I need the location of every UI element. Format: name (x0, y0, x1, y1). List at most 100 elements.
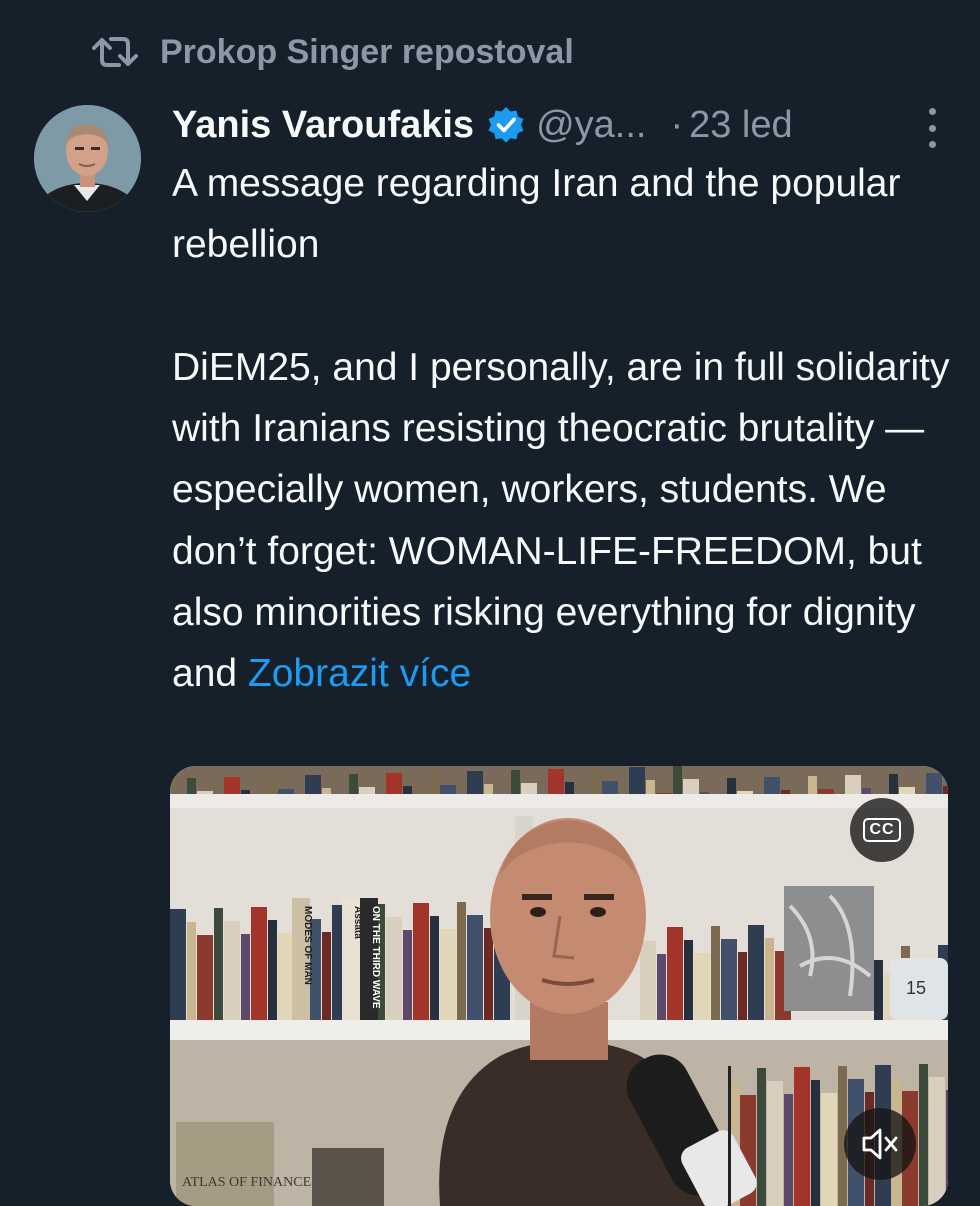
book-spine (700, 792, 709, 794)
book-spine (694, 953, 710, 1020)
book-spine (646, 780, 655, 794)
book-spine (268, 776, 277, 794)
book-spine (818, 789, 834, 794)
cc-label: CC (863, 818, 901, 842)
tweet-paragraph-2: DiEM25, and I personally, are in full so… (172, 337, 952, 705)
tweet-header: Yanis Varoufakis @ya... · 23 led (172, 100, 950, 150)
book-spine (278, 933, 294, 1020)
book-spine (821, 1093, 837, 1206)
book-spine (322, 932, 331, 1020)
book-spine (359, 787, 375, 794)
book-spine (592, 768, 601, 794)
book-spine (413, 903, 429, 1020)
book-spine (484, 784, 493, 794)
book-spine (629, 767, 645, 794)
book-spine (748, 925, 764, 1020)
volume-muted-icon[interactable] (844, 1108, 916, 1180)
dot-separator: · (670, 103, 684, 146)
book-spine (899, 787, 915, 794)
repost-context[interactable]: Prokop Singer repostoval (92, 28, 574, 76)
book-atlas: ATLAS OF FINANCE (182, 1175, 311, 1190)
book-spine (684, 940, 693, 1020)
clock-value: 15 (906, 978, 926, 998)
book-spine (656, 793, 672, 794)
book-spine (322, 788, 331, 794)
book-spine (946, 1090, 948, 1206)
book-spine (170, 909, 186, 1020)
book-spine (197, 791, 213, 794)
book-spine (349, 774, 358, 794)
book-spine (929, 1077, 945, 1206)
book-spine (673, 766, 682, 794)
book-spine (484, 928, 493, 1020)
book-spine (811, 1080, 820, 1206)
book-spine (214, 908, 223, 1020)
book-spine (919, 1064, 928, 1206)
book-spine (386, 917, 402, 1020)
book-spine (808, 776, 817, 794)
book-spine (667, 927, 683, 1020)
book-spine (640, 941, 656, 1020)
book-spine (845, 775, 861, 794)
author-handle[interactable]: @ya... (536, 104, 646, 147)
closed-captions-button[interactable]: CC (850, 798, 914, 862)
book-spine (711, 926, 720, 1020)
book-spine (430, 772, 439, 794)
book-spine (889, 774, 898, 794)
book-spine (403, 930, 412, 1020)
book-spine-title: MODES OF MAN (302, 906, 313, 985)
book-spine (251, 907, 267, 1020)
video-frame: Assata ON THE THIRD WAVEMODES OF MAN 15 A… (170, 766, 948, 1206)
book-spine (926, 773, 942, 794)
book-spine (862, 788, 871, 794)
book-spine (765, 938, 774, 1020)
repost-icon (92, 32, 138, 72)
tweet-paragraph-1: A message regarding Iran and the popular… (172, 162, 901, 267)
book-spine (738, 952, 747, 1020)
book-spine (386, 773, 402, 794)
book-spine (457, 902, 466, 1020)
book-spine (187, 778, 196, 794)
video-player[interactable]: Assata ON THE THIRD WAVE MODES OF MAN 15 A… (170, 766, 948, 1206)
repost-text: Prokop Singer repostoval (160, 32, 574, 71)
book-spine (440, 785, 456, 794)
book-spine (548, 769, 564, 794)
verified-badge-icon[interactable] (486, 105, 526, 145)
author-name[interactable]: Yanis Varoufakis (172, 104, 474, 147)
book-spine-title: ON THE THIRD WAVE (370, 906, 381, 1009)
book-spine (943, 786, 948, 794)
book-spine (794, 1067, 810, 1206)
book-spine (784, 1094, 793, 1206)
more-options-icon[interactable] (922, 108, 942, 148)
author-avatar[interactable] (34, 105, 141, 212)
book-spine (565, 782, 574, 794)
book-spine (874, 960, 883, 1020)
book-spine (521, 783, 537, 794)
book-spine (737, 791, 753, 794)
book-spine (511, 770, 520, 794)
book-spine (767, 1081, 783, 1206)
book-spine (224, 921, 240, 1020)
book-spine (187, 922, 196, 1020)
show-more-link[interactable]: Zobrazit více (248, 652, 471, 695)
book-spine (305, 775, 321, 794)
book-spine (224, 777, 240, 794)
tweet-text: A message regarding Iran and the popular… (172, 153, 952, 705)
book-spine (467, 771, 483, 794)
book-spine (781, 790, 790, 794)
book-spine (764, 777, 780, 794)
book-spine (657, 954, 666, 1020)
book-spine (440, 929, 456, 1020)
book-spine (602, 781, 618, 794)
book-spine (268, 920, 277, 1020)
book-spine (241, 934, 250, 1020)
book-spine (467, 915, 483, 1020)
tweet-date[interactable]: 23 led (689, 104, 793, 147)
tweet-paragraph-2-text: DiEM25, and I personally, are in full so… (172, 345, 950, 696)
book-spine (241, 790, 250, 794)
book-spine (197, 935, 213, 1020)
book-spine (727, 778, 736, 794)
book-spine (430, 916, 439, 1020)
book-spine (757, 1068, 766, 1206)
book-spine (403, 786, 412, 794)
